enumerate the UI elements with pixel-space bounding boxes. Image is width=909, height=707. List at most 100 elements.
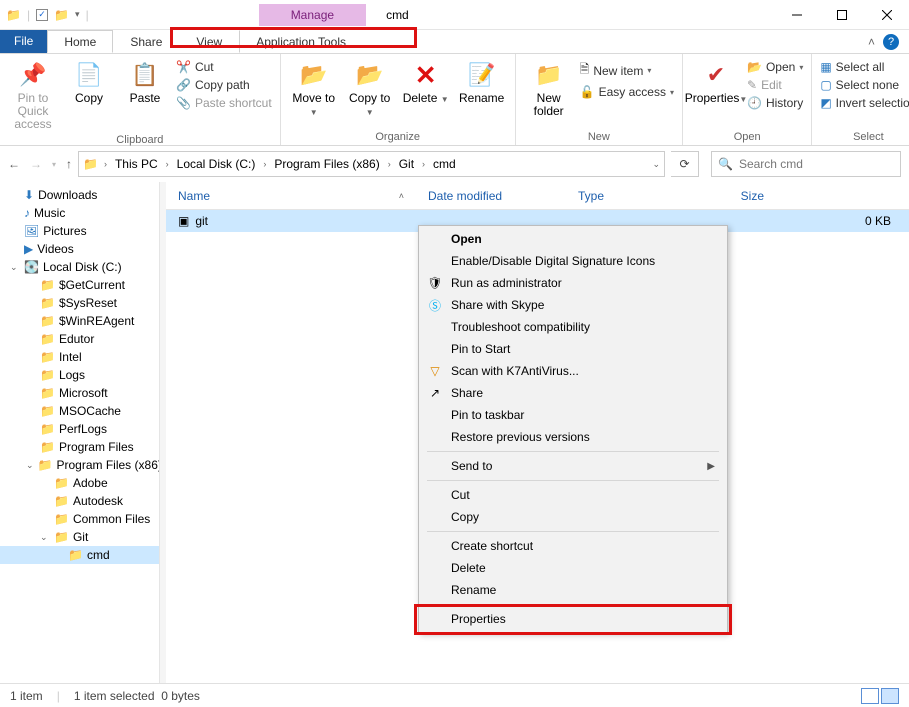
back-button[interactable]: ← — [8, 157, 20, 171]
delete-button[interactable]: ✕ Delete ▼ — [401, 56, 451, 105]
chevron-right-icon[interactable]: › — [384, 159, 395, 169]
close-button[interactable] — [864, 0, 909, 30]
tree-item-cmd[interactable]: 📁cmd — [0, 546, 159, 564]
ctx-send-to[interactable]: Send to▶ — [419, 455, 727, 477]
tab-home[interactable]: Home — [47, 30, 113, 53]
tree-item-folder[interactable]: 📁Intel — [0, 348, 159, 366]
ctx-troubleshoot[interactable]: Troubleshoot compatibility — [419, 316, 727, 338]
chevron-right-icon[interactable]: › — [100, 159, 111, 169]
nav-tree[interactable]: ⬇Downloads ♪Music 🖼Pictures ▶Videos ⌄💽Lo… — [0, 182, 160, 683]
tree-item-folder[interactable]: 📁Logs — [0, 366, 159, 384]
ctx-restore-versions[interactable]: Restore previous versions — [419, 426, 727, 448]
expander-icon[interactable]: ⌄ — [40, 532, 50, 543]
expander-icon[interactable]: ⌄ — [26, 460, 34, 471]
ctx-share[interactable]: ↗Share — [419, 382, 727, 404]
ctx-pin-taskbar[interactable]: Pin to taskbar — [419, 404, 727, 426]
tab-share[interactable]: Share — [113, 30, 179, 53]
chevron-right-icon[interactable]: › — [162, 159, 173, 169]
copy-button[interactable]: 📄 Copy — [64, 56, 114, 105]
easy-access-button[interactable]: 🔓Easy access ▾ — [580, 85, 674, 99]
search-box[interactable]: 🔍 Search cmd — [711, 151, 901, 177]
qat-dropdown-icon[interactable]: ▾ — [75, 9, 80, 20]
column-type[interactable]: Type — [566, 189, 696, 203]
tree-item-folder[interactable]: 📁Adobe — [0, 474, 159, 492]
chevron-right-icon[interactable]: › — [259, 159, 270, 169]
refresh-button[interactable]: ⟳ — [671, 151, 699, 177]
ctx-properties[interactable]: Properties — [419, 608, 727, 630]
tree-item-local-disk[interactable]: ⌄💽Local Disk (C:) — [0, 258, 159, 276]
tree-item-folder[interactable]: 📁Edutor — [0, 330, 159, 348]
tree-item-folder[interactable]: ⌄📁Git — [0, 528, 159, 546]
breadcrumb-item[interactable]: Git — [397, 157, 416, 171]
expander-icon[interactable]: ⌄ — [10, 262, 20, 273]
tree-item-folder[interactable]: 📁$WinREAgent — [0, 312, 159, 330]
properties-button[interactable]: ✔ Properties▼ — [691, 56, 741, 105]
tab-view[interactable]: View — [179, 30, 239, 53]
maximize-button[interactable] — [819, 0, 864, 30]
ctx-create-shortcut[interactable]: Create shortcut — [419, 535, 727, 557]
cut-button[interactable]: ✂️Cut — [176, 60, 272, 74]
copy-path-button[interactable]: 🔗Copy path — [176, 78, 272, 92]
new-folder-button[interactable]: 📁 New folder — [524, 56, 574, 118]
manage-contextual-tab[interactable]: Manage — [259, 4, 366, 26]
column-name[interactable]: Name˄ — [166, 189, 416, 203]
ctx-pin-start[interactable]: Pin to Start — [419, 338, 727, 360]
column-date[interactable]: Date modified — [416, 189, 566, 203]
new-item-button[interactable]: 🗎New item ▾ — [580, 60, 674, 81]
ctx-copy[interactable]: Copy — [419, 506, 727, 528]
pin-to-quick-access-button[interactable]: 📌 Pin to Quick access — [8, 56, 58, 132]
tree-item-folder[interactable]: 📁MSOCache — [0, 402, 159, 420]
forward-button[interactable]: → — [30, 157, 42, 171]
ctx-run-as-admin[interactable]: 🛡Run as administrator — [419, 272, 727, 294]
icons-view-button[interactable] — [881, 688, 899, 704]
tree-item-pictures[interactable]: 🖼Pictures — [0, 222, 159, 240]
tree-item-folder[interactable]: 📁$SysReset — [0, 294, 159, 312]
address-bar[interactable]: 📁 › This PC› Local Disk (C:)› Program Fi… — [78, 151, 665, 177]
ctx-share-skype[interactable]: ⓈShare with Skype — [419, 294, 727, 316]
history-button[interactable]: 🕘History — [747, 96, 803, 110]
up-button[interactable]: ↑ — [66, 157, 72, 171]
move-to-button[interactable]: 📂 Move to ▼ — [289, 56, 339, 118]
breadcrumb-item[interactable]: This PC — [113, 157, 160, 171]
tree-item-folder[interactable]: 📁Autodesk — [0, 492, 159, 510]
tree-item-downloads[interactable]: ⬇Downloads — [0, 186, 159, 204]
tree-item-folder[interactable]: 📁Program Files — [0, 438, 159, 456]
rename-button[interactable]: 📝 Rename — [457, 56, 507, 105]
minimize-button[interactable] — [774, 0, 819, 30]
breadcrumb-item[interactable]: Local Disk (C:) — [175, 157, 258, 171]
tab-file[interactable]: File — [0, 30, 47, 53]
tree-item-folder[interactable]: ⌄📁Program Files (x86) — [0, 456, 159, 474]
column-size[interactable]: Size — [696, 189, 776, 203]
edit-button[interactable]: ✎Edit — [747, 78, 803, 92]
qat-checkbox-icon[interactable]: ✓ — [36, 9, 48, 21]
breadcrumb-item[interactable]: Program Files (x86) — [272, 157, 381, 171]
select-all-button[interactable]: ▦Select all — [820, 60, 909, 74]
tree-item-folder[interactable]: 📁PerfLogs — [0, 420, 159, 438]
copy-to-button[interactable]: 📂 Copy to ▼ — [345, 56, 395, 118]
column-headers: Name˄ Date modified Type Size — [166, 182, 909, 210]
address-dropdown-icon[interactable]: ⌄ — [652, 159, 660, 170]
tree-item-music[interactable]: ♪Music — [0, 204, 159, 222]
details-view-button[interactable] — [861, 688, 879, 704]
ctx-rename[interactable]: Rename — [419, 579, 727, 601]
help-icon[interactable]: ? — [883, 34, 899, 50]
tree-item-folder[interactable]: 📁Common Files — [0, 510, 159, 528]
ctx-open[interactable]: Open — [419, 228, 727, 250]
tree-item-videos[interactable]: ▶Videos — [0, 240, 159, 258]
collapse-ribbon-icon[interactable]: ˄ — [868, 35, 875, 49]
breadcrumb-item[interactable]: cmd — [431, 157, 458, 171]
invert-selection-button[interactable]: ◩Invert selection — [820, 96, 909, 110]
paste-shortcut-button[interactable]: 📎Paste shortcut — [176, 96, 272, 110]
chevron-right-icon[interactable]: › — [418, 159, 429, 169]
ctx-k7-scan[interactable]: ▽Scan with K7AntiVirus... — [419, 360, 727, 382]
open-button[interactable]: 📂Open ▾ — [747, 60, 803, 74]
paste-button[interactable]: 📋 Paste — [120, 56, 170, 105]
ctx-cut[interactable]: Cut — [419, 484, 727, 506]
tree-item-folder[interactable]: 📁Microsoft — [0, 384, 159, 402]
recent-locations-button[interactable]: ▾ — [52, 160, 56, 169]
ctx-digital-signature[interactable]: Enable/Disable Digital Signature Icons — [419, 250, 727, 272]
select-none-button[interactable]: ▢Select none — [820, 78, 909, 92]
tab-application-tools[interactable]: Application Tools — [239, 30, 363, 53]
tree-item-folder[interactable]: 📁$GetCurrent — [0, 276, 159, 294]
ctx-delete[interactable]: Delete — [419, 557, 727, 579]
